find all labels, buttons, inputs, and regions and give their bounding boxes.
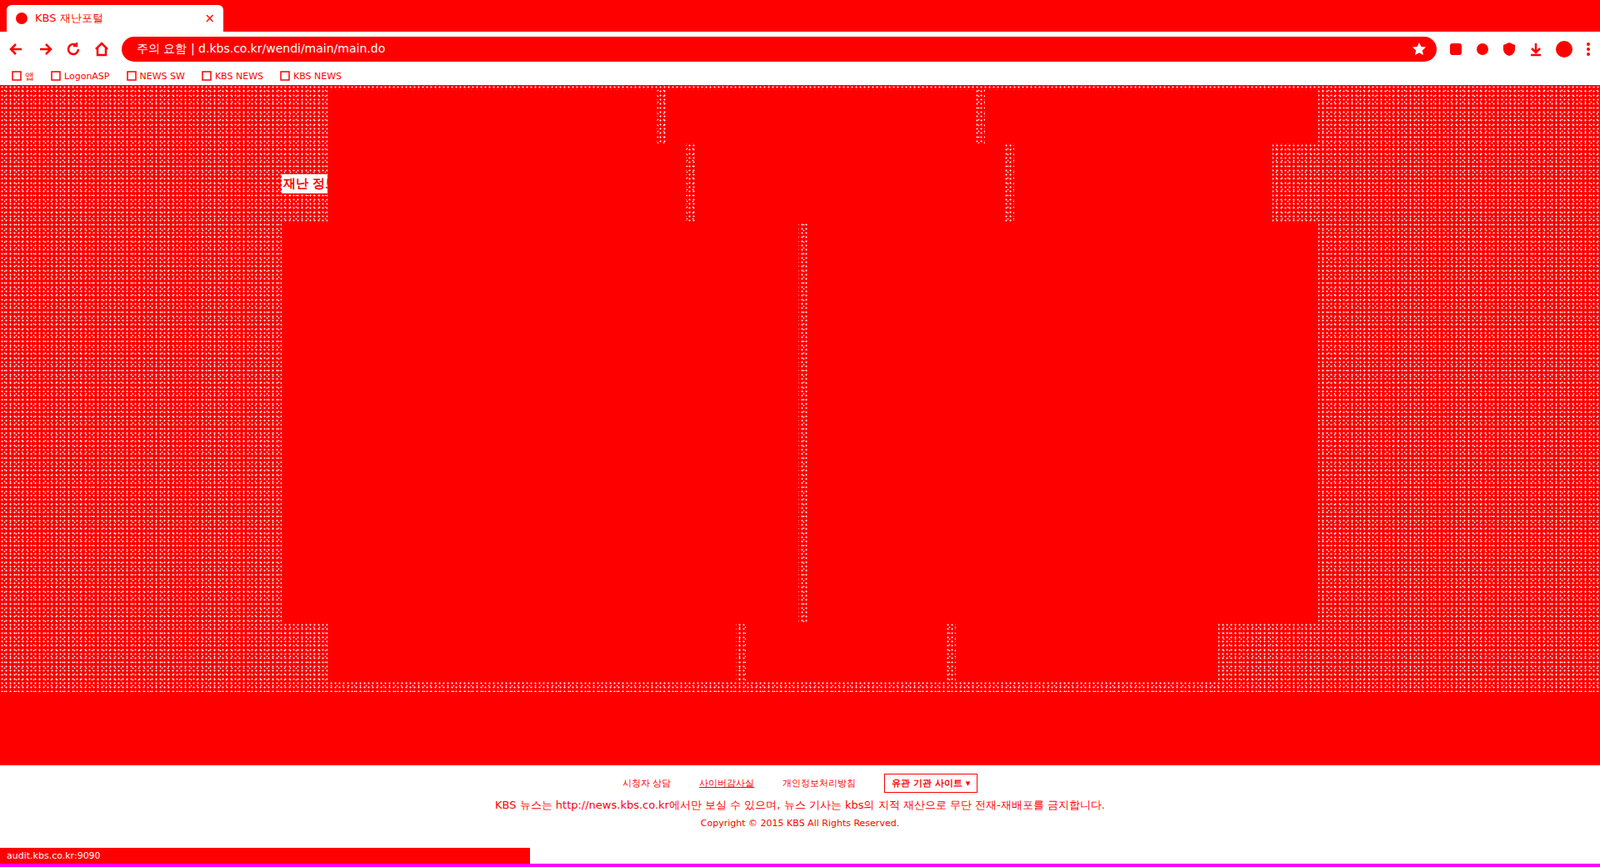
menu-panel (695, 143, 1005, 224)
footer-link[interactable]: 시청자 상담 (622, 776, 672, 790)
banner-panel (985, 90, 1319, 144)
content-panel (327, 623, 736, 682)
back-arrow-icon[interactable] (8, 40, 25, 58)
content-panel (955, 623, 1219, 682)
footer-link[interactable]: 사이버감사실 (699, 776, 755, 790)
main-layout: 재난 정보 (281, 90, 1319, 687)
tab-bar: KBS 재난포털 × (0, 0, 1600, 32)
menu-icon[interactable] (1585, 40, 1592, 58)
extension-icon[interactable] (1448, 41, 1464, 57)
profile-icon[interactable] (1555, 40, 1574, 59)
bookmark-page-icon (280, 70, 290, 81)
footer-link[interactable]: 개인정보처리방침 (782, 776, 856, 790)
bookmarks-bar: 앱 LogonASP NEWS SW KBS NEWS KBS NEWS (0, 66, 1600, 85)
footer-notice: KBS 뉴스는 http://news.kbs.co.kr에서만 보실 수 있으… (495, 797, 1105, 813)
toolbar: 주의 요함 | d.kbs.co.kr/wendi/main/main.do (0, 31, 1600, 67)
bookmark-star-icon[interactable] (1411, 41, 1427, 57)
download-icon[interactable] (1528, 41, 1544, 57)
browser-window: KBS 재난포털 × 주의 요함 | d.kbs.co.kr/wendi/mai… (0, 0, 1600, 867)
reload-icon[interactable] (65, 40, 82, 58)
copyright: Copyright © 2015 KBS All Rights Reserved… (700, 817, 900, 829)
shield-icon[interactable] (1501, 41, 1517, 57)
footer-band (0, 691, 1600, 765)
home-icon[interactable] (93, 40, 110, 58)
banner-panel (666, 90, 975, 144)
bookmark-page-icon (201, 70, 212, 81)
kbs-favicon-icon (15, 11, 29, 25)
browser-tab[interactable]: KBS 재난포털 × (6, 5, 224, 32)
content-panel (281, 223, 799, 624)
menu-panel (1014, 143, 1273, 224)
bookmark-page-icon (11, 70, 22, 81)
bookmark-item[interactable]: NEWS SW (126, 70, 185, 82)
bookmark-item[interactable]: 앱 (11, 70, 35, 83)
content-panel (808, 223, 1319, 624)
address-bar[interactable]: 주의 요함 | d.kbs.co.kr/wendi/main/main.do (121, 36, 1437, 62)
page-content: 재난 정보 (0, 85, 1600, 765)
related-sites-dropdown[interactable]: 유관 기관 사이트 ▾ (884, 773, 978, 793)
bookmark-item[interactable]: KBS NEWS (280, 70, 342, 82)
bookmark-item[interactable]: KBS NEWS (201, 70, 264, 82)
bookmark-page-icon (50, 70, 61, 81)
footer: 시청자 상담 사이버감사실 개인정보처리방침 유관 기관 사이트 ▾ KBS 뉴스는… (0, 765, 1600, 864)
banner-panel (327, 90, 657, 144)
tab-close-button[interactable]: × (204, 10, 215, 26)
bookmark-item[interactable]: LogonASP (50, 70, 110, 82)
forward-arrow-icon[interactable] (36, 40, 54, 58)
menu-panel (327, 143, 686, 224)
bookmark-page-icon (126, 70, 137, 81)
status-bubble: audit.kbs.co.kr:9090 (0, 847, 530, 864)
extensions (1448, 40, 1592, 59)
content-panel (745, 623, 946, 682)
extension-icon[interactable] (1475, 41, 1490, 57)
